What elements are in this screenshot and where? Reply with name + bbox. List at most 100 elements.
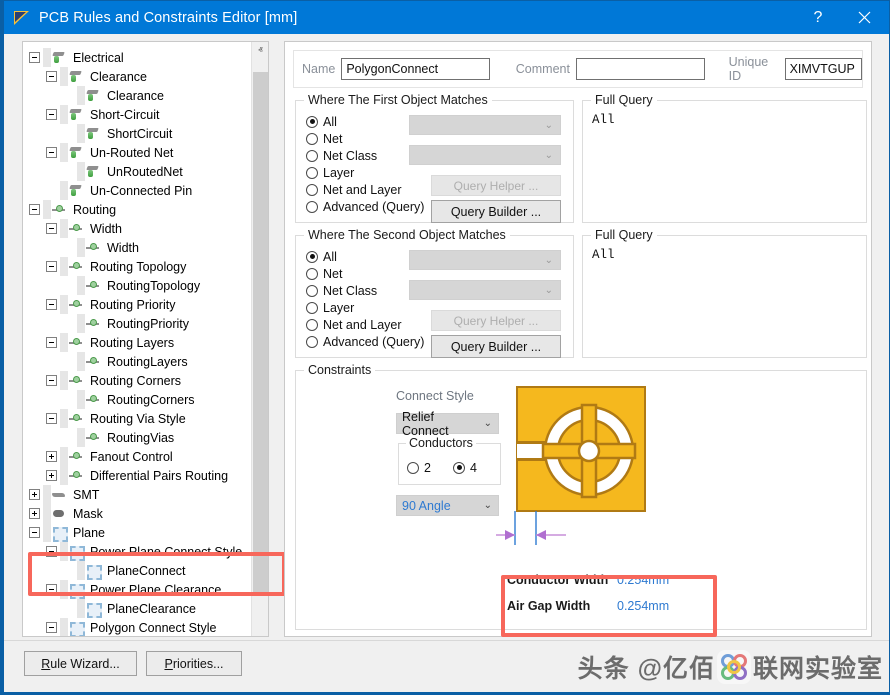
tree-node-label: Routing Priority — [88, 298, 177, 312]
chevron-down-icon: ⌄ — [545, 255, 553, 266]
tree-node[interactable]: RoutingLayers — [23, 352, 250, 371]
tree-node[interactable]: Power Plane Clearance — [23, 580, 250, 599]
collapse-icon[interactable] — [46, 261, 57, 272]
tree-node[interactable]: RoutingPriority — [23, 314, 250, 333]
electrical-icon — [68, 183, 84, 198]
first-object-option-net[interactable]: Net — [306, 130, 424, 147]
expand-icon[interactable] — [29, 489, 40, 500]
tree-node[interactable]: Routing Corners — [23, 371, 250, 390]
collapse-icon[interactable] — [46, 622, 57, 633]
tree-node[interactable]: SMT — [23, 485, 250, 504]
first-object-option-advanced-query[interactable]: Advanced (Query) — [306, 198, 424, 215]
first-object-option-net-class[interactable]: Net Class — [306, 147, 424, 164]
tree-scrollbar[interactable]: ⱏ ⱟ — [251, 42, 268, 636]
conductors-option-4[interactable]: 4 — [453, 459, 477, 476]
first-object-option-layer[interactable]: Layer — [306, 164, 424, 181]
tree-node[interactable]: RoutingCorners — [23, 390, 250, 409]
expand-icon[interactable] — [29, 508, 40, 519]
tree-node[interactable]: Clearance — [23, 86, 250, 105]
conductors-option-2[interactable]: 2 — [407, 459, 431, 476]
first-object-option-all[interactable]: All — [306, 113, 424, 130]
tree-connector — [77, 352, 85, 371]
rules-tree[interactable]: Electrical Clearance Clearance Short-Circui… — [23, 42, 250, 636]
collapse-icon[interactable] — [46, 546, 57, 557]
collapse-icon[interactable] — [46, 413, 57, 424]
chevron-down-icon: ⌄ — [484, 500, 492, 511]
scroll-down-icon[interactable]: ⱟ — [252, 619, 269, 636]
scroll-up-icon[interactable]: ⱏ — [252, 42, 269, 59]
tree-node[interactable]: UnRoutedNet — [23, 162, 250, 181]
tree-node[interactable]: Fanout Control — [23, 447, 250, 466]
expand-icon[interactable] — [46, 451, 57, 462]
watermark-text-left: 头条 @亿佰 — [578, 649, 715, 685]
electrical-icon — [51, 50, 67, 65]
tree-connector — [60, 143, 68, 162]
collapse-icon[interactable] — [46, 147, 57, 158]
expand-icon[interactable] — [46, 470, 57, 481]
constraint-value-number[interactable]: 0.254mm — [617, 573, 669, 587]
tree-node[interactable]: Electrical — [23, 48, 250, 67]
first-object-option-net-and-layer[interactable]: Net and Layer — [306, 181, 424, 198]
conductors-legend: Conductors — [406, 436, 476, 450]
tree-node[interactable]: Width — [23, 219, 250, 238]
routing-icon — [68, 335, 84, 350]
identity-row: Name PolygonConnect Comment Unique ID XI… — [293, 50, 863, 88]
collapse-icon[interactable] — [46, 584, 57, 595]
tree-node[interactable]: Power Plane Connect Style — [23, 542, 250, 561]
unique-id-label: Unique ID — [729, 55, 779, 83]
first-object-radios[interactable]: All Net Net Class Layer Net and Layer Advance… — [306, 113, 424, 215]
tree-node[interactable]: Mask — [23, 504, 250, 523]
connect-style-combo[interactable]: Relief Connect ⌄ — [396, 413, 499, 434]
tree-node-label: Power Plane Clearance — [88, 583, 223, 597]
second-object-option-all[interactable]: All — [306, 248, 424, 265]
collapse-icon[interactable] — [46, 223, 57, 234]
second-object-option-net-and-layer[interactable]: Net and Layer — [306, 316, 424, 333]
angle-combo[interactable]: 90 Angle ⌄ — [396, 495, 499, 516]
tree-node[interactable]: Plane — [23, 523, 250, 542]
rule-wizard-button[interactable]: Rule Wizard... — [24, 651, 137, 676]
collapse-icon[interactable] — [29, 527, 40, 538]
collapse-icon[interactable] — [46, 337, 57, 348]
collapse-icon[interactable] — [46, 109, 57, 120]
comment-input[interactable] — [576, 58, 705, 80]
tree-node[interactable]: ShortCircuit — [23, 124, 250, 143]
collapse-icon[interactable] — [46, 375, 57, 386]
tree-node[interactable]: RoutingTopology — [23, 276, 250, 295]
tree-node[interactable]: Un-Routed Net — [23, 143, 250, 162]
second-object-option-advanced-query[interactable]: Advanced (Query) — [306, 333, 424, 350]
tree-node[interactable]: RoutingVias — [23, 428, 250, 447]
tree-node[interactable]: Routing Priority — [23, 295, 250, 314]
tree-node[interactable]: Routing Layers — [23, 333, 250, 352]
tree-node[interactable]: Routing — [23, 200, 250, 219]
close-icon[interactable] — [841, 1, 887, 34]
constraint-value-number[interactable]: 0.254mm — [617, 599, 669, 613]
tree-node[interactable]: Width — [23, 238, 250, 257]
tree-node[interactable]: Routing Topology — [23, 257, 250, 276]
second-query-builder-button[interactable]: Query Builder ... — [431, 335, 561, 358]
priorities-button[interactable]: Priorities... — [146, 651, 242, 676]
first-query-builder-button[interactable]: Query Builder ... — [431, 200, 561, 223]
tree-node[interactable]: PlaneConnect — [23, 561, 250, 580]
tree-node-label: Un-Routed Net — [88, 146, 175, 160]
tree-node-label: RoutingLayers — [105, 355, 190, 369]
plane-icon — [68, 582, 84, 597]
collapse-icon[interactable] — [29, 204, 40, 215]
second-object-option-net-class[interactable]: Net Class — [306, 282, 424, 299]
second-object-option-net[interactable]: Net — [306, 265, 424, 282]
collapse-icon[interactable] — [29, 52, 40, 63]
help-icon[interactable]: ? — [795, 1, 841, 34]
scrollbar-thumb[interactable] — [253, 72, 268, 592]
tree-node[interactable]: Clearance — [23, 67, 250, 86]
unique-id-input[interactable]: XIMVTGUP — [785, 58, 862, 80]
name-input[interactable]: PolygonConnect — [341, 58, 489, 80]
tree-node[interactable]: Differential Pairs Routing — [23, 466, 250, 485]
tree-node[interactable]: Routing Via Style — [23, 409, 250, 428]
second-object-radios[interactable]: All Net Net Class Layer Net and Layer Advance… — [306, 248, 424, 350]
collapse-icon[interactable] — [46, 299, 57, 310]
tree-node[interactable]: Polygon Connect Style — [23, 618, 250, 637]
second-object-option-layer[interactable]: Layer — [306, 299, 424, 316]
tree-node[interactable]: Short-Circuit — [23, 105, 250, 124]
collapse-icon[interactable] — [46, 71, 57, 82]
tree-node[interactable]: Un-Connected Pin — [23, 181, 250, 200]
tree-node[interactable]: PlaneClearance — [23, 599, 250, 618]
